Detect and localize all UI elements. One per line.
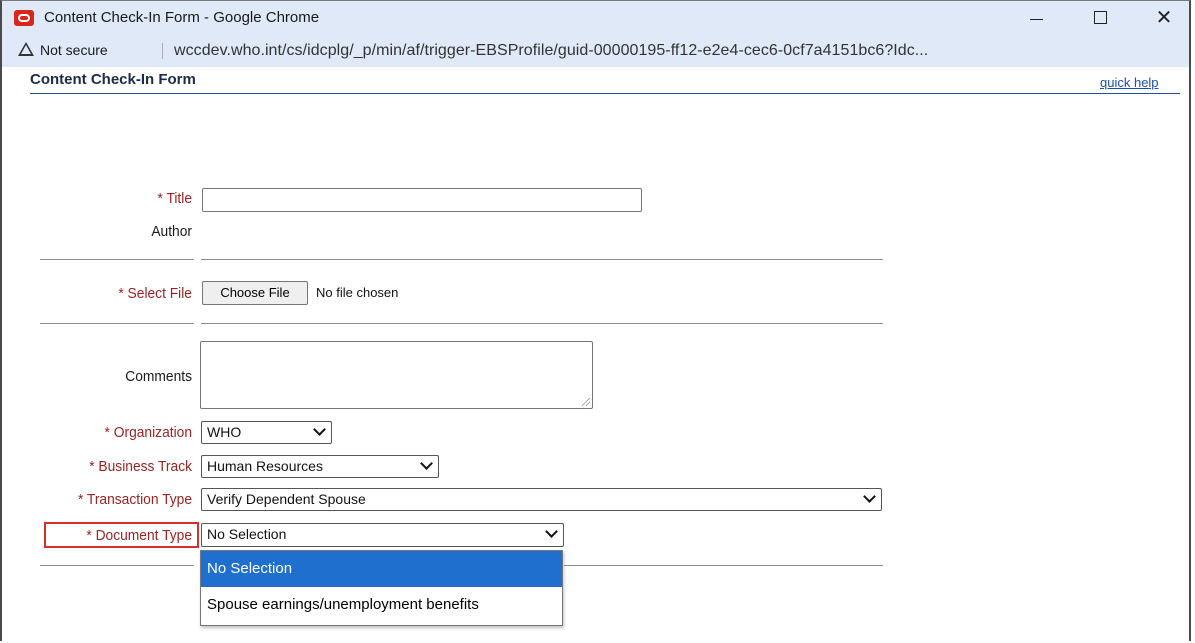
organization-value: WHO <box>207 424 242 440</box>
maximize-button[interactable] <box>1080 5 1120 31</box>
transaction-type-label: * Transaction Type <box>77 491 192 508</box>
section-divider-right-2 <box>201 323 883 324</box>
title-row: Content Check-In Form - Google Chrome ✕ <box>2 1 1189 34</box>
title-input[interactable] <box>202 188 642 212</box>
minimize-button[interactable] <box>1016 5 1056 31</box>
section-divider-left-3 <box>40 565 194 566</box>
browser-window: Content Check-In Form - Google Chrome ✕ … <box>0 0 1191 641</box>
transaction-type-select[interactable]: Verify Dependent Spouse <box>201 488 882 511</box>
chevron-down-icon <box>420 457 433 470</box>
title-label: * Title <box>157 190 192 207</box>
security-label: Not secure <box>40 42 108 58</box>
business-track-label: * Business Track <box>89 458 192 475</box>
document-type-value: No Selection <box>207 526 287 542</box>
address-bar[interactable]: Not secure wccdev.who.int/cs/idcplg/_p/m… <box>2 34 1189 67</box>
business-track-select[interactable]: Human Resources <box>201 455 439 478</box>
minimize-icon <box>1029 18 1043 20</box>
document-type-label: * Document Type <box>86 527 192 544</box>
comments-textarea[interactable] <box>200 341 593 409</box>
chevron-down-icon <box>313 423 326 436</box>
address-separator <box>162 43 163 59</box>
form-title-rule <box>30 93 1180 94</box>
select-file-label: * Select File <box>118 285 192 302</box>
transaction-type-value: Verify Dependent Spouse <box>207 491 366 507</box>
security-chip[interactable]: Not secure <box>18 38 108 62</box>
document-type-select[interactable]: No Selection <box>201 523 564 547</box>
comments-label: Comments <box>125 368 192 385</box>
quick-help-link[interactable]: quick help <box>1100 75 1159 90</box>
close-button[interactable]: ✕ <box>1144 5 1184 31</box>
document-type-dropdown[interactable]: No Selection Spouse earnings/unemploymen… <box>200 550 563 626</box>
url-text[interactable]: wccdev.who.int/cs/idcplg/_p/min/af/trigg… <box>174 42 928 60</box>
dropdown-option-spouse-earnings[interactable]: Spouse earnings/unemployment benefits <box>201 587 562 623</box>
browser-titlebar: Content Check-In Form - Google Chrome ✕ … <box>2 1 1189 67</box>
form-title: Content Check-In Form <box>30 71 196 88</box>
section-divider-left-2 <box>40 323 194 324</box>
section-divider-left-1 <box>40 259 194 260</box>
file-status-text: No file chosen <box>316 285 399 300</box>
organization-select[interactable]: WHO <box>201 421 332 444</box>
organization-label: * Organization <box>104 424 192 441</box>
oracle-app-icon <box>14 10 34 26</box>
author-label: Author <box>151 223 192 240</box>
dropdown-option-no-selection[interactable]: No Selection <box>201 551 562 587</box>
section-divider-right-1 <box>201 259 883 260</box>
maximize-icon <box>1093 11 1107 25</box>
warning-icon <box>18 42 34 56</box>
chevron-down-icon <box>863 490 876 503</box>
chevron-down-icon <box>545 525 558 538</box>
business-track-value: Human Resources <box>207 458 323 474</box>
section-divider-right-3 <box>564 565 883 566</box>
resize-grip-icon[interactable] <box>582 398 590 406</box>
choose-file-button[interactable]: Choose File <box>202 281 308 305</box>
window-title: Content Check-In Form - Google Chrome <box>44 9 320 26</box>
